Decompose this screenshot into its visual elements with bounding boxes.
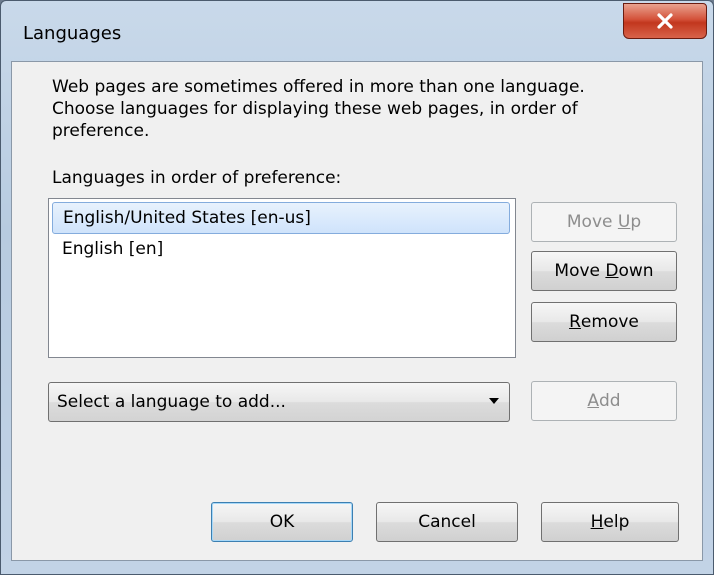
window-title: Languages (23, 23, 122, 44)
cancel-button[interactable]: Cancel (376, 502, 518, 542)
add-label-suffix: dd (599, 391, 621, 411)
move-up-accelerator: U (617, 212, 631, 232)
remove-button[interactable]: Remove (531, 302, 677, 342)
help-button[interactable]: Help (541, 502, 679, 542)
remove-label-suffix: emove (580, 312, 639, 332)
close-icon (657, 13, 673, 29)
move-down-label-prefix: Move (554, 261, 606, 281)
languages-list-label: Languages in order of preference: (52, 168, 342, 188)
description-line-1: Web pages are sometimes offered in more … (52, 77, 585, 97)
ok-label: OK (269, 512, 295, 532)
move-down-button[interactable]: Move Down (531, 251, 677, 291)
list-item[interactable]: English [en] (52, 234, 510, 266)
dialog-body: Web pages are sometimes offered in more … (11, 61, 703, 561)
help-accelerator: H (590, 512, 604, 532)
add-accelerator: A (587, 391, 600, 411)
title-bar[interactable]: Languages (1, 1, 713, 61)
languages-dialog: Languages Web pages are sometimes offere… (0, 0, 714, 575)
description-line-2: Choose languages for displaying these we… (52, 99, 578, 119)
move-down-label-suffix: own (618, 261, 654, 281)
list-item[interactable]: English/United States [en-us] (52, 202, 510, 234)
move-up-label-suffix: p (630, 212, 642, 232)
remove-accelerator: R (569, 312, 581, 332)
language-select-value: Select a language to add... (57, 392, 286, 412)
description-line-3: preference. (52, 121, 150, 141)
languages-listbox[interactable]: English/United States [en-us] English [e… (48, 198, 516, 358)
add-button[interactable]: Add (531, 381, 677, 421)
close-button[interactable] (623, 3, 707, 39)
chevron-down-icon (489, 398, 499, 404)
move-down-accelerator: D (605, 261, 619, 281)
move-up-label-prefix: Move (566, 212, 618, 232)
help-label-suffix: elp (603, 512, 630, 532)
ok-button[interactable]: OK (211, 502, 353, 542)
cancel-label: Cancel (418, 512, 476, 532)
move-up-button[interactable]: Move Up (531, 202, 677, 242)
language-select[interactable]: Select a language to add... (48, 382, 510, 422)
description-text: Web pages are sometimes offered in more … (52, 76, 692, 142)
